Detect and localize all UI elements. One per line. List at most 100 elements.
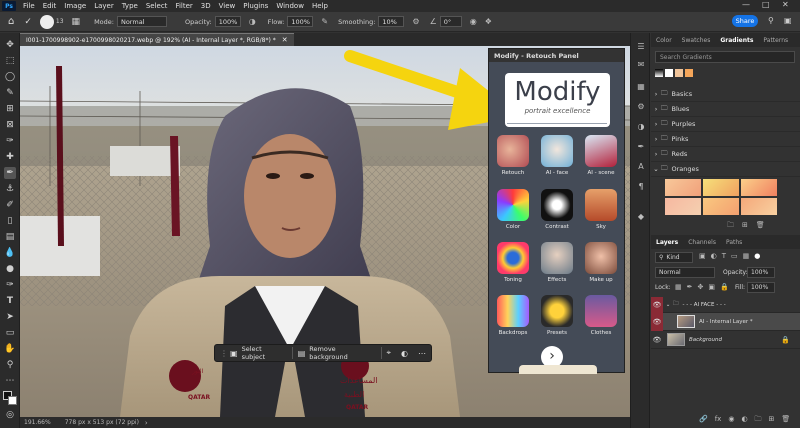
crop-tool-icon[interactable]: ⊞ (4, 103, 16, 115)
layer-opacity-field[interactable]: 100% (747, 267, 775, 278)
hand-tool-icon[interactable]: ✋ (4, 343, 16, 355)
gradient-search-input[interactable]: Search Gradients (655, 51, 795, 63)
tile-clothes[interactable] (585, 295, 617, 327)
marquee-tool-icon[interactable]: ⬚ (4, 55, 16, 67)
tile-contrast[interactable] (541, 189, 573, 221)
filter-toggle-icon[interactable]: ● (754, 252, 760, 260)
adjustment-icon[interactable]: ◐ (396, 344, 413, 362)
tile-presets[interactable] (541, 295, 573, 327)
blur-tool-icon[interactable]: 💧 (4, 247, 16, 259)
more-options-icon[interactable]: ⋯ (413, 344, 431, 362)
delete-gradient-icon[interactable]: 🗑 (756, 221, 765, 232)
lock-pixels-icon[interactable]: ▦ (675, 283, 682, 291)
lock-artboard-icon[interactable]: ▣ (708, 283, 715, 291)
gradient-folder-blues[interactable]: › 🗀 Blues (651, 102, 800, 117)
status-chevron-icon[interactable]: › (145, 419, 148, 427)
menu-help[interactable]: Help (308, 2, 332, 10)
recent-gradient-swatch[interactable] (665, 69, 673, 77)
paragraph-icon[interactable]: ¶ (635, 181, 647, 193)
zoom-tool-icon[interactable]: ⚲ (4, 359, 16, 371)
plugin-icon[interactable]: ◆ (635, 211, 647, 223)
new-adjustment-icon[interactable]: ◐ (741, 415, 747, 426)
layer-row-background[interactable]: 👁 Background 🔒 (651, 331, 800, 349)
menu-image[interactable]: Image (60, 2, 90, 10)
layer-filter-dropdown[interactable]: ⚲ Kind (655, 252, 693, 263)
fill-field[interactable]: 100% (747, 282, 775, 293)
adjustments-icon[interactable]: ◑ (635, 121, 647, 133)
menu-3d[interactable]: 3D (197, 2, 215, 10)
gradient-folder-reds[interactable]: › 🗀 Reds (651, 147, 800, 162)
dodge-tool-icon[interactable]: ● (4, 263, 16, 275)
gradient-folder-oranges[interactable]: ⌄ 🗀 Oranges (651, 162, 800, 177)
remove-background-button[interactable]: ▤ Remove background (293, 344, 381, 362)
gradient-folder-basics[interactable]: › 🗀 Basics (651, 87, 800, 102)
tab-swatches[interactable]: Swatches (677, 37, 716, 44)
menu-layer[interactable]: Layer (90, 2, 118, 10)
lock-position-icon[interactable]: ✥ (698, 283, 704, 291)
menu-type[interactable]: Type (118, 2, 142, 10)
history-brush-tool-icon[interactable]: ✐ (4, 199, 16, 211)
character-icon[interactable]: A (635, 161, 647, 173)
gradient-swatch[interactable] (703, 179, 739, 196)
type-filter-icon[interactable]: T (722, 252, 726, 260)
maximize-icon[interactable]: □ (762, 0, 770, 9)
gradient-swatch[interactable] (665, 198, 701, 215)
menu-edit[interactable]: Edit (39, 2, 61, 10)
search-icon[interactable]: ⚲ (768, 16, 774, 25)
brush-settings-icon[interactable]: ▦ (72, 17, 81, 27)
type-tool-icon[interactable]: T (4, 295, 16, 307)
visibility-eye-icon[interactable]: 👁 (651, 331, 663, 349)
lock-all-icon[interactable]: 🔒 (720, 283, 729, 291)
brush-tool-icon[interactable]: ✒ (4, 167, 16, 179)
gradient-folder-purples[interactable]: › 🗀 Purples (651, 117, 800, 132)
tab-channels[interactable]: Channels (683, 239, 721, 246)
quick-select-tool-icon[interactable]: ✎ (4, 87, 16, 99)
delete-layer-icon[interactable]: 🗑 (781, 415, 790, 426)
lasso-tool-icon[interactable]: ◯ (4, 71, 16, 83)
airbrush-icon[interactable]: ✎ (321, 17, 328, 26)
home-icon[interactable]: ⌂ (8, 16, 14, 27)
tile-backdrops[interactable] (497, 295, 529, 327)
lock-paint-icon[interactable]: ✒ (687, 283, 693, 291)
quick-mask-icon[interactable]: ◎ (4, 409, 16, 421)
new-gradient-icon[interactable]: ⊞ (742, 221, 748, 232)
gradient-swatch[interactable] (741, 198, 777, 215)
adjustment-filter-icon[interactable]: ◐ (711, 252, 717, 260)
history-icon[interactable]: ☰ (635, 41, 647, 53)
layer-row-group[interactable]: 👁 ⌄ 🗀 - - - AI FACE - - - (651, 296, 800, 313)
visibility-eye-icon[interactable]: 👁 (651, 296, 663, 313)
tile-retouch[interactable] (497, 135, 529, 167)
link-layers-icon[interactable]: 🔗 (699, 415, 708, 426)
add-mask-icon[interactable]: ◉ (728, 415, 734, 426)
tile-toning[interactable] (497, 242, 529, 274)
menu-filter[interactable]: Filter (171, 2, 196, 10)
tab-color[interactable]: Color (651, 37, 677, 44)
new-layer-icon[interactable]: ⊞ (769, 415, 775, 426)
shape-tool-icon[interactable]: ▭ (4, 327, 16, 339)
more-tools-icon[interactable]: ⋯ (4, 375, 16, 387)
visibility-eye-icon[interactable]: 👁 (651, 312, 663, 331)
path-select-tool-icon[interactable]: ➤ (4, 311, 16, 323)
background-color-swatch[interactable] (8, 396, 17, 405)
tab-paths[interactable]: Paths (721, 239, 747, 246)
tile-make-up[interactable] (585, 242, 617, 274)
document-tab[interactable]: I001-1700998902-e1700998020217.webp @ 19… (20, 33, 294, 46)
shape-filter-icon[interactable]: ▭ (731, 252, 738, 260)
tile-sky[interactable] (585, 189, 617, 221)
move-tool-icon[interactable]: ✥ (4, 39, 16, 51)
layer-style-icon[interactable]: fx (715, 415, 722, 426)
tile-ai-scene[interactable] (585, 135, 617, 167)
eraser-tool-icon[interactable]: ▯ (4, 215, 16, 227)
new-group-icon[interactable]: 🗀 (755, 415, 762, 426)
layer-row-selected[interactable]: 👁 AI - Internal Layer * (651, 312, 800, 331)
new-group-icon[interactable]: 🗀 (727, 221, 734, 232)
gradient-swatch[interactable] (665, 179, 701, 196)
gradient-swatch[interactable] (703, 198, 739, 215)
brush-tool-icon[interactable]: ✓ (24, 17, 32, 27)
angle-field[interactable]: 0° (439, 16, 462, 27)
opacity-field[interactable]: 100% (214, 16, 241, 27)
blend-mode-dropdown[interactable]: Normal (655, 267, 715, 278)
menu-plugins[interactable]: Plugins (239, 2, 272, 10)
zoom-level[interactable]: 191.66% (24, 419, 51, 426)
share-button[interactable]: Share (732, 15, 758, 27)
